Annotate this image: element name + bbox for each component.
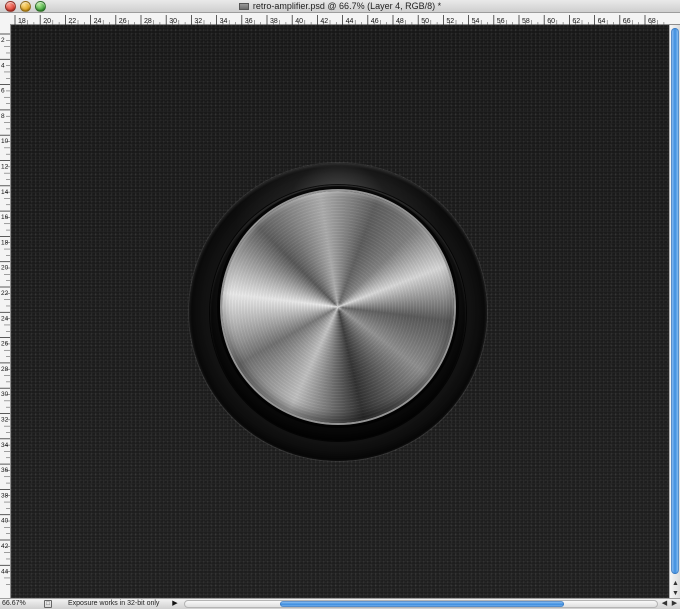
left-ruler-label: 22: [1, 290, 9, 297]
window-titlebar[interactable]: retro-amplifier.psd @ 66.7% (Layer 4, RG…: [0, 0, 680, 13]
left-ruler-label: 44: [1, 568, 9, 575]
left-ruler-label: 28: [1, 366, 9, 373]
left-ruler-label: 8: [1, 113, 5, 120]
left-ruler-label: 30: [1, 391, 9, 398]
left-ruler-label: 38: [1, 492, 9, 499]
left-ruler-label: 6: [1, 88, 5, 95]
top-ruler-label: 58: [522, 18, 530, 25]
left-ruler-ticks: 2468101214161820222426283032343638404244: [0, 33, 10, 585]
left-ruler-label: 14: [1, 189, 9, 196]
scroll-up-icon[interactable]: ▲: [671, 580, 680, 588]
image-canvas[interactable]: [11, 25, 669, 598]
left-ruler-svg: 2468101214161820222426283032343638404244: [0, 33, 10, 585]
top-ruler-label: 22: [68, 18, 76, 25]
vertical-scroll-thumb[interactable]: [671, 28, 679, 574]
left-ruler-label: 36: [1, 467, 9, 474]
left-ruler-label: 26: [1, 341, 9, 348]
left-ruler-label: 24: [1, 315, 9, 322]
top-ruler-label: 46: [371, 18, 379, 25]
left-ruler-label: 12: [1, 164, 9, 171]
left-ruler-label: 10: [1, 138, 9, 145]
vertical-scrollbar[interactable]: ▲ ▼: [669, 25, 680, 598]
top-ruler-label: 26: [119, 18, 127, 25]
left-ruler-label: 16: [1, 214, 9, 221]
status-bar: 66.67% □ Exposure works in 32-bit only ▶…: [0, 598, 680, 609]
status-menu-arrow-icon[interactable]: ▶: [171, 600, 179, 608]
top-ruler-label: 60: [547, 18, 555, 25]
top-ruler-label: 48: [396, 18, 404, 25]
top-ruler[interactable]: 18 20 22 24 26 28 30 32 34 36 38 40 42 44 46 48 50 52 54 56…: [0, 13, 680, 26]
scroll-right-icon[interactable]: ▶: [670, 600, 679, 608]
top-ruler-label: 56: [497, 18, 505, 25]
top-ruler-label: 42: [320, 18, 328, 25]
horizontal-scroll-thumb[interactable]: [280, 601, 564, 607]
scroll-left-icon[interactable]: ◀: [660, 600, 669, 608]
top-ruler-label: 32: [194, 18, 202, 25]
horizontal-scrollbar[interactable]: [184, 600, 658, 608]
top-ruler-label: 20: [43, 18, 51, 25]
left-ruler-label: 42: [1, 543, 9, 550]
top-ruler-label: 34: [220, 18, 228, 25]
top-ruler-label: 54: [472, 18, 480, 25]
document-status-icon[interactable]: □: [44, 600, 52, 608]
knob-center-highlight: [333, 302, 343, 312]
top-ruler-label: 44: [346, 18, 354, 25]
window-title-container: retro-amplifier.psd @ 66.7% (Layer 4, RG…: [0, 0, 680, 12]
photoshop-document-window: retro-amplifier.psd @ 66.7% (Layer 4, RG…: [0, 0, 680, 609]
top-ruler-label: 66: [623, 18, 631, 25]
top-ruler-label: 52: [446, 18, 454, 25]
left-ruler-label: 18: [1, 239, 9, 246]
status-message: Exposure works in 32-bit only: [68, 600, 160, 607]
top-ruler-label: 64: [598, 18, 606, 25]
window-title: retro-amplifier.psd @ 66.7% (Layer 4, RG…: [252, 1, 442, 11]
top-ruler-label: 62: [572, 18, 580, 25]
top-ruler-label: 68: [648, 18, 656, 25]
top-ruler-label: 24: [94, 18, 102, 25]
left-ruler-label: 40: [1, 518, 9, 525]
zoom-level-field[interactable]: 66.67%: [2, 600, 36, 608]
top-ruler-label: 30: [169, 18, 177, 25]
left-ruler[interactable]: 2 4 6 8 10 12 14 16 18 20 22 24 26 28 30 32 34 36 38 40 42 44: [0, 24, 11, 598]
left-ruler-label: 34: [1, 442, 9, 449]
top-ruler-label: 18: [18, 18, 26, 25]
top-ruler-label: 38: [270, 18, 278, 25]
top-ruler-label: 28: [144, 18, 152, 25]
left-ruler-label: 4: [1, 62, 5, 69]
document-icon: [238, 2, 249, 10]
scroll-down-icon[interactable]: ▼: [671, 590, 680, 598]
top-ruler-label: 36: [245, 18, 253, 25]
metallic-knob-face: [222, 191, 454, 423]
left-ruler-label: 20: [1, 265, 9, 272]
left-ruler-label: 32: [1, 417, 9, 424]
top-ruler-label: 40: [295, 18, 303, 25]
top-ruler-label: 50: [421, 18, 429, 25]
left-ruler-label: 2: [1, 37, 5, 44]
